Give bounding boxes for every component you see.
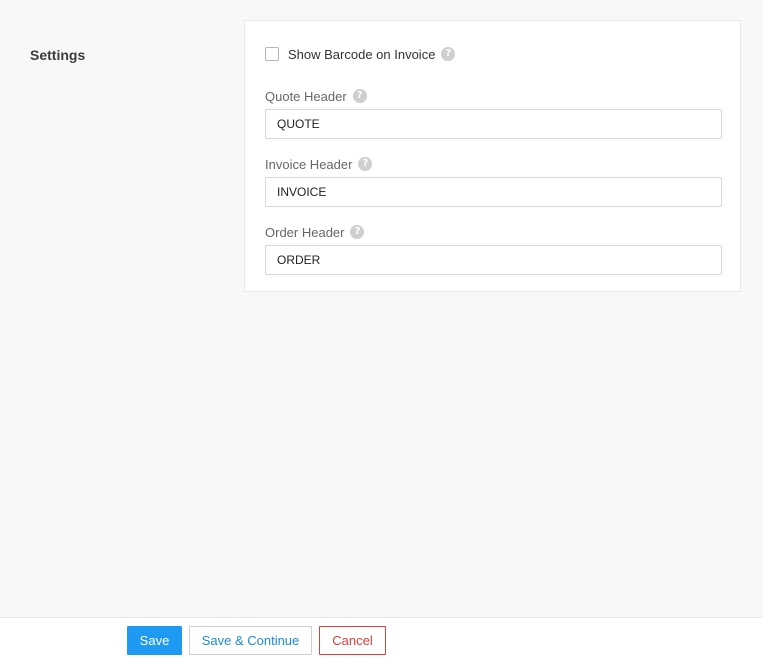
cancel-button[interactable]: Cancel bbox=[319, 626, 386, 655]
save-and-continue-button[interactable]: Save & Continue bbox=[189, 626, 312, 655]
question-circle-icon[interactable]: ? bbox=[358, 157, 373, 171]
quote-header-label: Quote Header bbox=[265, 88, 347, 104]
invoice-header-field: Invoice Header ? bbox=[265, 156, 722, 207]
order-header-input[interactable] bbox=[265, 245, 722, 275]
settings-card: Show Barcode on Invoice ? Quote Header ?… bbox=[244, 20, 741, 292]
order-header-label: Order Header bbox=[265, 224, 345, 240]
save-button[interactable]: Save bbox=[127, 626, 182, 655]
show-barcode-label[interactable]: Show Barcode on Invoice bbox=[288, 47, 435, 62]
form-footer: Save Save & Continue Cancel bbox=[0, 617, 763, 667]
quote-header-input[interactable] bbox=[265, 109, 722, 139]
invoice-header-label: Invoice Header bbox=[265, 156, 353, 172]
barcode-option[interactable]: Show Barcode on Invoice ? bbox=[265, 46, 456, 62]
show-barcode-checkbox[interactable] bbox=[265, 47, 279, 61]
quote-header-field: Quote Header ? bbox=[265, 88, 722, 139]
question-circle-icon[interactable]: ? bbox=[350, 225, 365, 239]
invoice-header-input[interactable] bbox=[265, 177, 722, 207]
section-title: Settings bbox=[30, 47, 86, 63]
order-header-field: Order Header ? bbox=[265, 224, 722, 275]
question-circle-icon[interactable]: ? bbox=[352, 89, 367, 103]
question-circle-icon[interactable]: ? bbox=[441, 47, 456, 61]
